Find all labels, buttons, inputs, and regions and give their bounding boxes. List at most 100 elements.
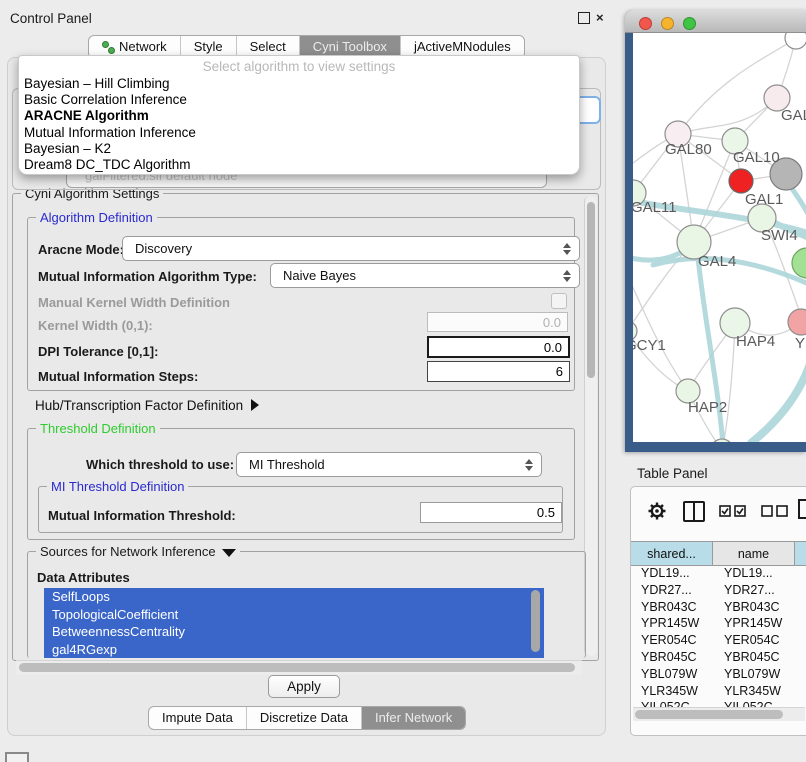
which-threshold-label: Which threshold to use: <box>86 457 234 472</box>
minimize-traffic-light-icon[interactable] <box>661 17 674 30</box>
dropdown-item-basic-correlation[interactable]: Basic Correlation Inference <box>19 92 579 108</box>
node-label-gal: GAL <box>781 107 806 124</box>
network-icon <box>102 41 114 53</box>
gear-icon[interactable] <box>647 501 667 521</box>
tab-discretize-data-label: Discretize Data <box>260 707 348 729</box>
column-header-shared[interactable]: shared... <box>631 542 713 565</box>
network-node[interactable] <box>785 33 806 49</box>
close-traffic-light-icon[interactable] <box>639 17 652 30</box>
mi-steps-label: Mutual Information Steps: <box>38 369 198 384</box>
table-row[interactable]: YDR27...YDR27...12 <box>631 582 806 599</box>
threshold-definition-title: Threshold Definition <box>36 421 160 436</box>
node-label-swi4: SWI4 <box>761 227 798 244</box>
table-row[interactable]: YER054CYER054C8. <box>631 632 806 649</box>
algorithm-dropdown-popup: Select algorithm to view settings Bayesi… <box>18 55 580 175</box>
cell: YBR045C <box>714 649 797 666</box>
network-window-titlebar[interactable] <box>625 10 806 33</box>
hub-tf-definition-toggle[interactable]: Hub/Transcription Factor Definition <box>35 398 259 413</box>
zoom-traffic-light-icon[interactable] <box>683 17 696 30</box>
table-hscrollbar-thumb[interactable] <box>635 710 783 719</box>
cell: YER054C <box>714 632 797 649</box>
mi-threshold-field[interactable] <box>420 502 562 523</box>
manual-kernel-label: Manual Kernel Width Definition <box>38 295 230 310</box>
mi-threshold-label: Mutual Information Threshold: <box>48 508 236 523</box>
cell <box>797 599 806 616</box>
column-header-cut[interactable] <box>795 542 806 565</box>
aracne-mode-combobox[interactable]: Discovery <box>122 236 580 261</box>
node-label-gal11: GAL11 <box>633 199 677 216</box>
float-window-icon[interactable] <box>578 12 590 27</box>
tab-impute-data[interactable]: Impute Data <box>149 707 246 729</box>
unchecked-columns-icon[interactable] <box>761 505 789 517</box>
tab-discretize-data[interactable]: Discretize Data <box>246 707 361 729</box>
dropdown-prompt: Select algorithm to view settings <box>19 56 579 76</box>
settings-hscrollbar-track[interactable] <box>16 660 582 675</box>
dropdown-item-bayesian-hill-climbing[interactable]: Bayesian – Hill Climbing <box>19 76 579 92</box>
which-threshold-combobox[interactable]: MI Threshold <box>236 452 542 477</box>
cell: YLR345W <box>631 683 714 700</box>
node-label-gal10: GAL10 <box>733 149 780 166</box>
tab-infer-network[interactable]: Infer Network <box>361 707 465 729</box>
aracne-mode-value: Discovery <box>135 241 192 256</box>
tab-infer-network-label: Infer Network <box>375 707 452 729</box>
dpi-tolerance-label: DPI Tolerance [0,1]: <box>38 344 158 359</box>
table-row[interactable]: YLR345WYLR345W9. <box>631 683 806 700</box>
network-view-window[interactable]: GAL GAL80 GAL10 GAL1 GAL11 SWI4 GAL4 GCY… <box>625 10 806 452</box>
close-icon[interactable]: × <box>596 10 604 25</box>
list-item[interactable]: BetweennessCentrality <box>44 623 544 641</box>
table-row[interactable]: YBR043CYBR043C <box>631 599 806 616</box>
node-label-hap4: HAP4 <box>736 333 775 350</box>
cell: 9. <box>797 649 806 666</box>
cell: YBL079W <box>714 666 797 683</box>
kernel-width-field[interactable] <box>427 312 568 332</box>
network-canvas[interactable]: GAL GAL80 GAL10 GAL1 GAL11 SWI4 GAL4 GCY… <box>633 33 806 442</box>
dropdown-item-bayesian-k2[interactable]: Bayesian – K2 <box>19 141 579 157</box>
dropdown-item-aracne[interactable]: ARACNE Algorithm <box>19 108 579 124</box>
list-item[interactable]: gal4RGexp <box>44 641 544 659</box>
kernel-width-label: Kernel Width (0,1): <box>38 318 153 333</box>
list-item[interactable]: SelfLoops <box>44 588 544 606</box>
column-header-name[interactable]: name <box>713 542 795 565</box>
data-attributes-label: Data Attributes <box>37 570 130 585</box>
network-node-salmon[interactable] <box>788 309 806 335</box>
cell: YBL079W <box>631 666 714 683</box>
mi-steps-field[interactable] <box>427 361 570 382</box>
settings-scrollbar-thumb[interactable] <box>587 202 595 378</box>
table-header: shared... name <box>631 541 806 566</box>
table-row[interactable]: YPR145WYPR145W9. <box>631 615 806 632</box>
table-row[interactable]: YBR045CYBR045C9. <box>631 649 806 666</box>
minimized-panel-icon[interactable] <box>5 752 29 762</box>
screen: Control Panel × Network Style Select Cyn… <box>0 0 806 762</box>
cell: YPR145W <box>714 615 797 632</box>
table-row[interactable]: YDL19...YDL19...13 <box>631 565 806 582</box>
network-node-gal1[interactable] <box>729 169 753 193</box>
stepper-icon <box>563 243 571 255</box>
network-node-green[interactable] <box>792 248 806 278</box>
dropdown-item-mutual-information[interactable]: Mutual Information Inference <box>19 125 579 141</box>
table-hscrollbar-track[interactable] <box>633 707 805 721</box>
checked-columns-icon[interactable] <box>719 505 747 517</box>
mi-type-combobox[interactable]: Naive Bayes <box>270 263 580 288</box>
cell: YBR045C <box>631 649 714 666</box>
split-columns-icon[interactable] <box>683 501 705 522</box>
node-label-gcy1: GCY1 <box>633 337 666 354</box>
settings-hscrollbar-thumb[interactable] <box>19 663 575 672</box>
node-label-gal4: GAL4 <box>698 253 736 270</box>
list-item[interactable]: TopologicalCoefficient <box>44 606 544 624</box>
cell: YDR27... <box>631 582 714 599</box>
apply-button[interactable]: Apply <box>268 675 340 698</box>
which-threshold-value: MI Threshold <box>249 457 325 472</box>
manual-kernel-checkbox[interactable] <box>551 293 567 309</box>
hub-tf-definition-label: Hub/Transcription Factor Definition <box>35 398 243 413</box>
sources-title: Sources for Network Inference <box>36 544 240 559</box>
tab-impute-data-label: Impute Data <box>162 707 233 729</box>
data-attributes-list[interactable]: SelfLoops TopologicalCoefficient Between… <box>44 588 544 658</box>
mi-type-label: Mutual Information Algorithm Type: <box>38 269 257 284</box>
dpi-tolerance-field[interactable] <box>427 336 570 358</box>
document-icon[interactable] <box>798 499 806 519</box>
table-row[interactable]: YBL079WYBL079W <box>631 666 806 683</box>
node-label-hap2: HAP2 <box>688 399 727 416</box>
dropdown-item-dream8[interactable]: Dream8 DC_TDC Algorithm <box>19 157 579 173</box>
cell: 9. <box>797 683 806 700</box>
list-scrollbar-thumb[interactable] <box>531 590 540 652</box>
